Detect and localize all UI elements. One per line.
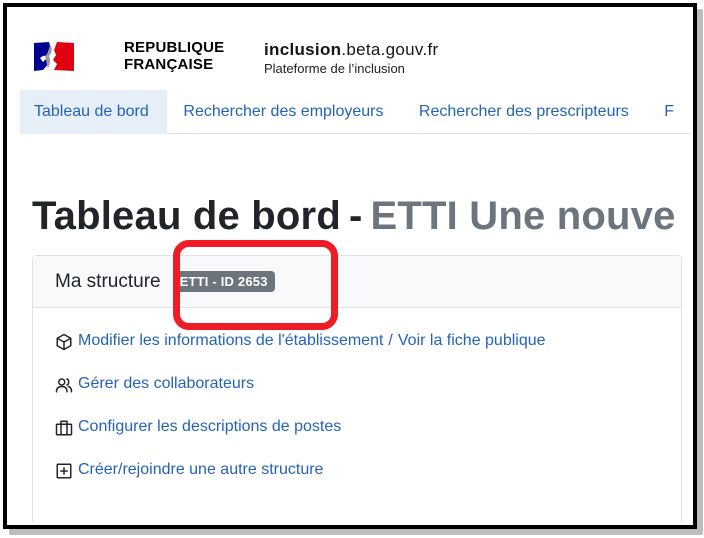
page: REPUBLIQUE FRANÇAISE inclusion.beta.gouv… <box>20 22 690 522</box>
card-title: Ma structure <box>55 270 161 292</box>
list-item: Configurer les descriptions de postes <box>55 418 546 461</box>
manage-collaborators-link[interactable]: Gérer des collaborateurs <box>78 375 254 393</box>
nav-tableau-de-bord[interactable]: Tableau de bord <box>20 89 168 134</box>
card-header: Ma structure ETTI - ID 2653 <box>33 256 681 308</box>
page-title-text: Tableau de bord <box>32 194 341 238</box>
users-icon <box>55 378 73 393</box>
main-nav: Tableau de bord Rechercher des employeur… <box>20 89 690 134</box>
structure-links: Modifier les informations de l'établisse… <box>55 332 546 504</box>
site-header: REPUBLIQUE FRANÇAISE inclusion.beta.gouv… <box>20 22 690 90</box>
create-join-structure-link[interactable]: Créer/rejoindre une autre structure <box>78 461 323 479</box>
link-separator: / <box>388 332 393 349</box>
organization-name: ETTI Une nouve <box>370 194 676 238</box>
page-title: Tableau de bord - ETTI Une nouve <box>32 194 676 239</box>
list-item: Modifier les informations de l'établisse… <box>55 332 546 375</box>
nav-rechercher-prescripteurs[interactable]: Rechercher des prescripteurs <box>403 90 648 134</box>
plus-square-icon <box>56 463 72 479</box>
cube-icon <box>56 333 72 351</box>
site-tagline: Plateforme de l’inclusion <box>264 61 405 76</box>
job-descriptions-link[interactable]: Configurer les descriptions de postes <box>78 418 341 436</box>
republique-francaise-logo: REPUBLIQUE FRANÇAISE <box>124 39 224 73</box>
structure-card: Ma structure ETTI - ID 2653 Modifier les… <box>32 255 682 522</box>
site-name-bold: inclusion <box>264 40 342 59</box>
list-item: Créer/rejoindre une autre structure <box>55 461 546 504</box>
highlight-annotation <box>173 240 338 330</box>
republic-line-2: FRANÇAISE <box>124 56 214 73</box>
edit-establishment-link[interactable]: Modifier les informations de l'établisse… <box>78 332 383 350</box>
nav-item-truncated[interactable]: F <box>648 90 690 134</box>
republic-line-1: REPUBLIQUE <box>124 39 225 56</box>
nav-rechercher-employeurs[interactable]: Rechercher des employeurs <box>167 90 403 134</box>
briefcase-icon <box>55 420 73 436</box>
title-separator: - <box>348 194 363 238</box>
site-name[interactable]: inclusion.beta.gouv.fr <box>264 40 438 60</box>
site-name-domain: .beta.gouv.fr <box>341 40 439 59</box>
public-profile-link[interactable]: Voir la fiche publique <box>398 332 546 350</box>
marianne-logo <box>34 42 74 71</box>
list-item: Gérer des collaborateurs <box>55 375 546 418</box>
